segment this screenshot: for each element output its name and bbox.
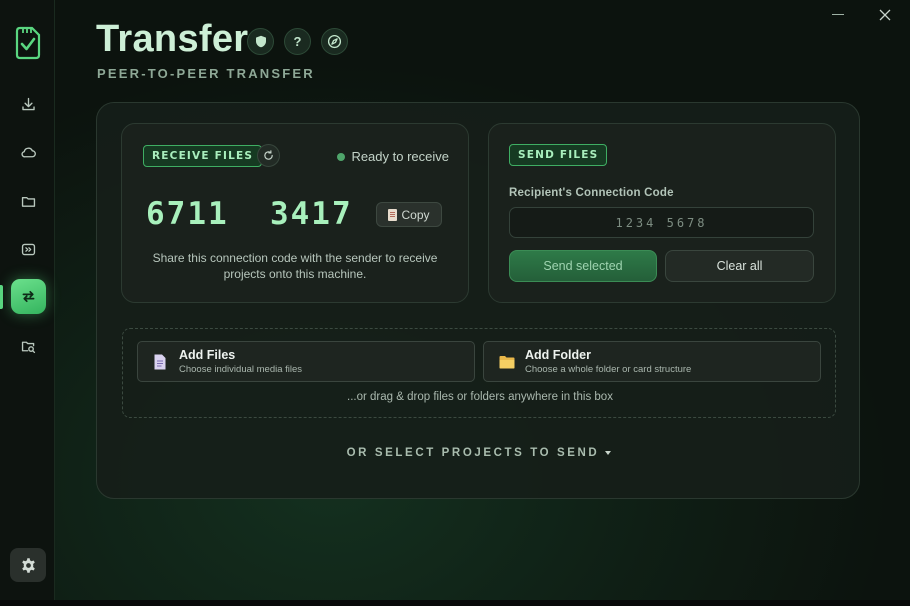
folder-icon — [499, 356, 515, 369]
add-files-title: Add Files — [179, 348, 236, 362]
receive-card: RECEIVE FILES Ready to receive 6711 3417… — [121, 123, 469, 303]
page-subtitle: PEER-TO-PEER TRANSFER — [97, 66, 315, 81]
window-bottom-edge — [0, 600, 910, 606]
shield-icon — [255, 35, 266, 48]
transfer-panel: RECEIVE FILES Ready to receive 6711 3417… — [96, 102, 860, 499]
receive-hint: Share this connection code with the send… — [152, 251, 438, 281]
sidebar — [0, 0, 55, 600]
security-button[interactable] — [247, 28, 274, 55]
send-selected-button[interactable]: Send selected — [509, 250, 657, 282]
compass-button[interactable] — [321, 28, 348, 55]
transfer-icon — [22, 290, 35, 303]
select-projects-toggle[interactable]: OR SELECT PROJECTS TO SEND — [97, 447, 861, 459]
select-projects-label: OR SELECT PROJECTS TO SEND — [346, 447, 600, 459]
recipient-code-input[interactable] — [509, 207, 814, 238]
add-folder-title: Add Folder — [525, 348, 591, 362]
folder-icon — [21, 196, 35, 207]
help-button[interactable]: ? — [284, 28, 311, 55]
receive-status: Ready to receive — [337, 149, 449, 164]
sidebar-item-transfer[interactable] — [11, 279, 46, 314]
gear-icon — [21, 557, 35, 573]
add-files-subtitle: Choose individual media files — [179, 364, 303, 375]
download-icon — [21, 97, 35, 110]
app-logo-icon — [13, 26, 43, 60]
forward-icon — [21, 243, 35, 255]
close-button[interactable] — [878, 8, 892, 22]
sidebar-item-folder-search[interactable] — [12, 330, 44, 362]
settings-button[interactable] — [10, 548, 46, 582]
document-icon — [154, 354, 166, 370]
clipboard-icon — [388, 208, 398, 221]
app-window: Transfer ? PEER-TO-PEER TRANSFER RECEIVE… — [0, 0, 910, 600]
drop-hint: ...or drag & drop files or folders anywh… — [347, 391, 613, 403]
drop-zone[interactable]: Add Files Choose individual media files … — [122, 328, 836, 418]
sidebar-item-forward[interactable] — [12, 233, 44, 265]
active-indicator — [0, 285, 3, 309]
clear-all-button[interactable]: Clear all — [665, 250, 814, 282]
add-folder-subtitle: Choose a whole folder or card structure — [525, 364, 692, 375]
add-folder-button[interactable]: Add Folder Choose a whole folder or card… — [483, 341, 821, 382]
copy-button[interactable]: Copy — [376, 202, 442, 227]
recipient-code-label: Recipient's Connection Code — [509, 187, 674, 199]
caret-down-icon — [605, 450, 612, 455]
close-icon — [879, 9, 891, 21]
send-card: SEND FILES Recipient's Connection Code S… — [488, 123, 836, 303]
minimize-button[interactable] — [832, 14, 844, 15]
folder-search-icon — [21, 341, 35, 353]
compass-icon — [327, 34, 342, 49]
page-title: Transfer — [96, 18, 249, 60]
cloud-icon — [20, 147, 36, 157]
status-text: Ready to receive — [351, 149, 449, 164]
copy-label: Copy — [401, 207, 430, 222]
status-dot — [337, 152, 346, 161]
sidebar-item-folder[interactable] — [12, 185, 44, 217]
sidebar-item-cloud[interactable] — [12, 136, 44, 168]
refresh-code-button[interactable] — [257, 144, 280, 167]
add-files-button[interactable]: Add Files Choose individual media files — [137, 341, 475, 382]
sidebar-item-download[interactable] — [12, 88, 44, 120]
connection-code: 6711 3417 — [146, 196, 353, 232]
send-files-badge: SEND FILES — [509, 144, 608, 166]
help-icon: ? — [293, 34, 302, 49]
refresh-icon — [264, 150, 273, 160]
receive-files-badge: RECEIVE FILES — [143, 145, 263, 167]
